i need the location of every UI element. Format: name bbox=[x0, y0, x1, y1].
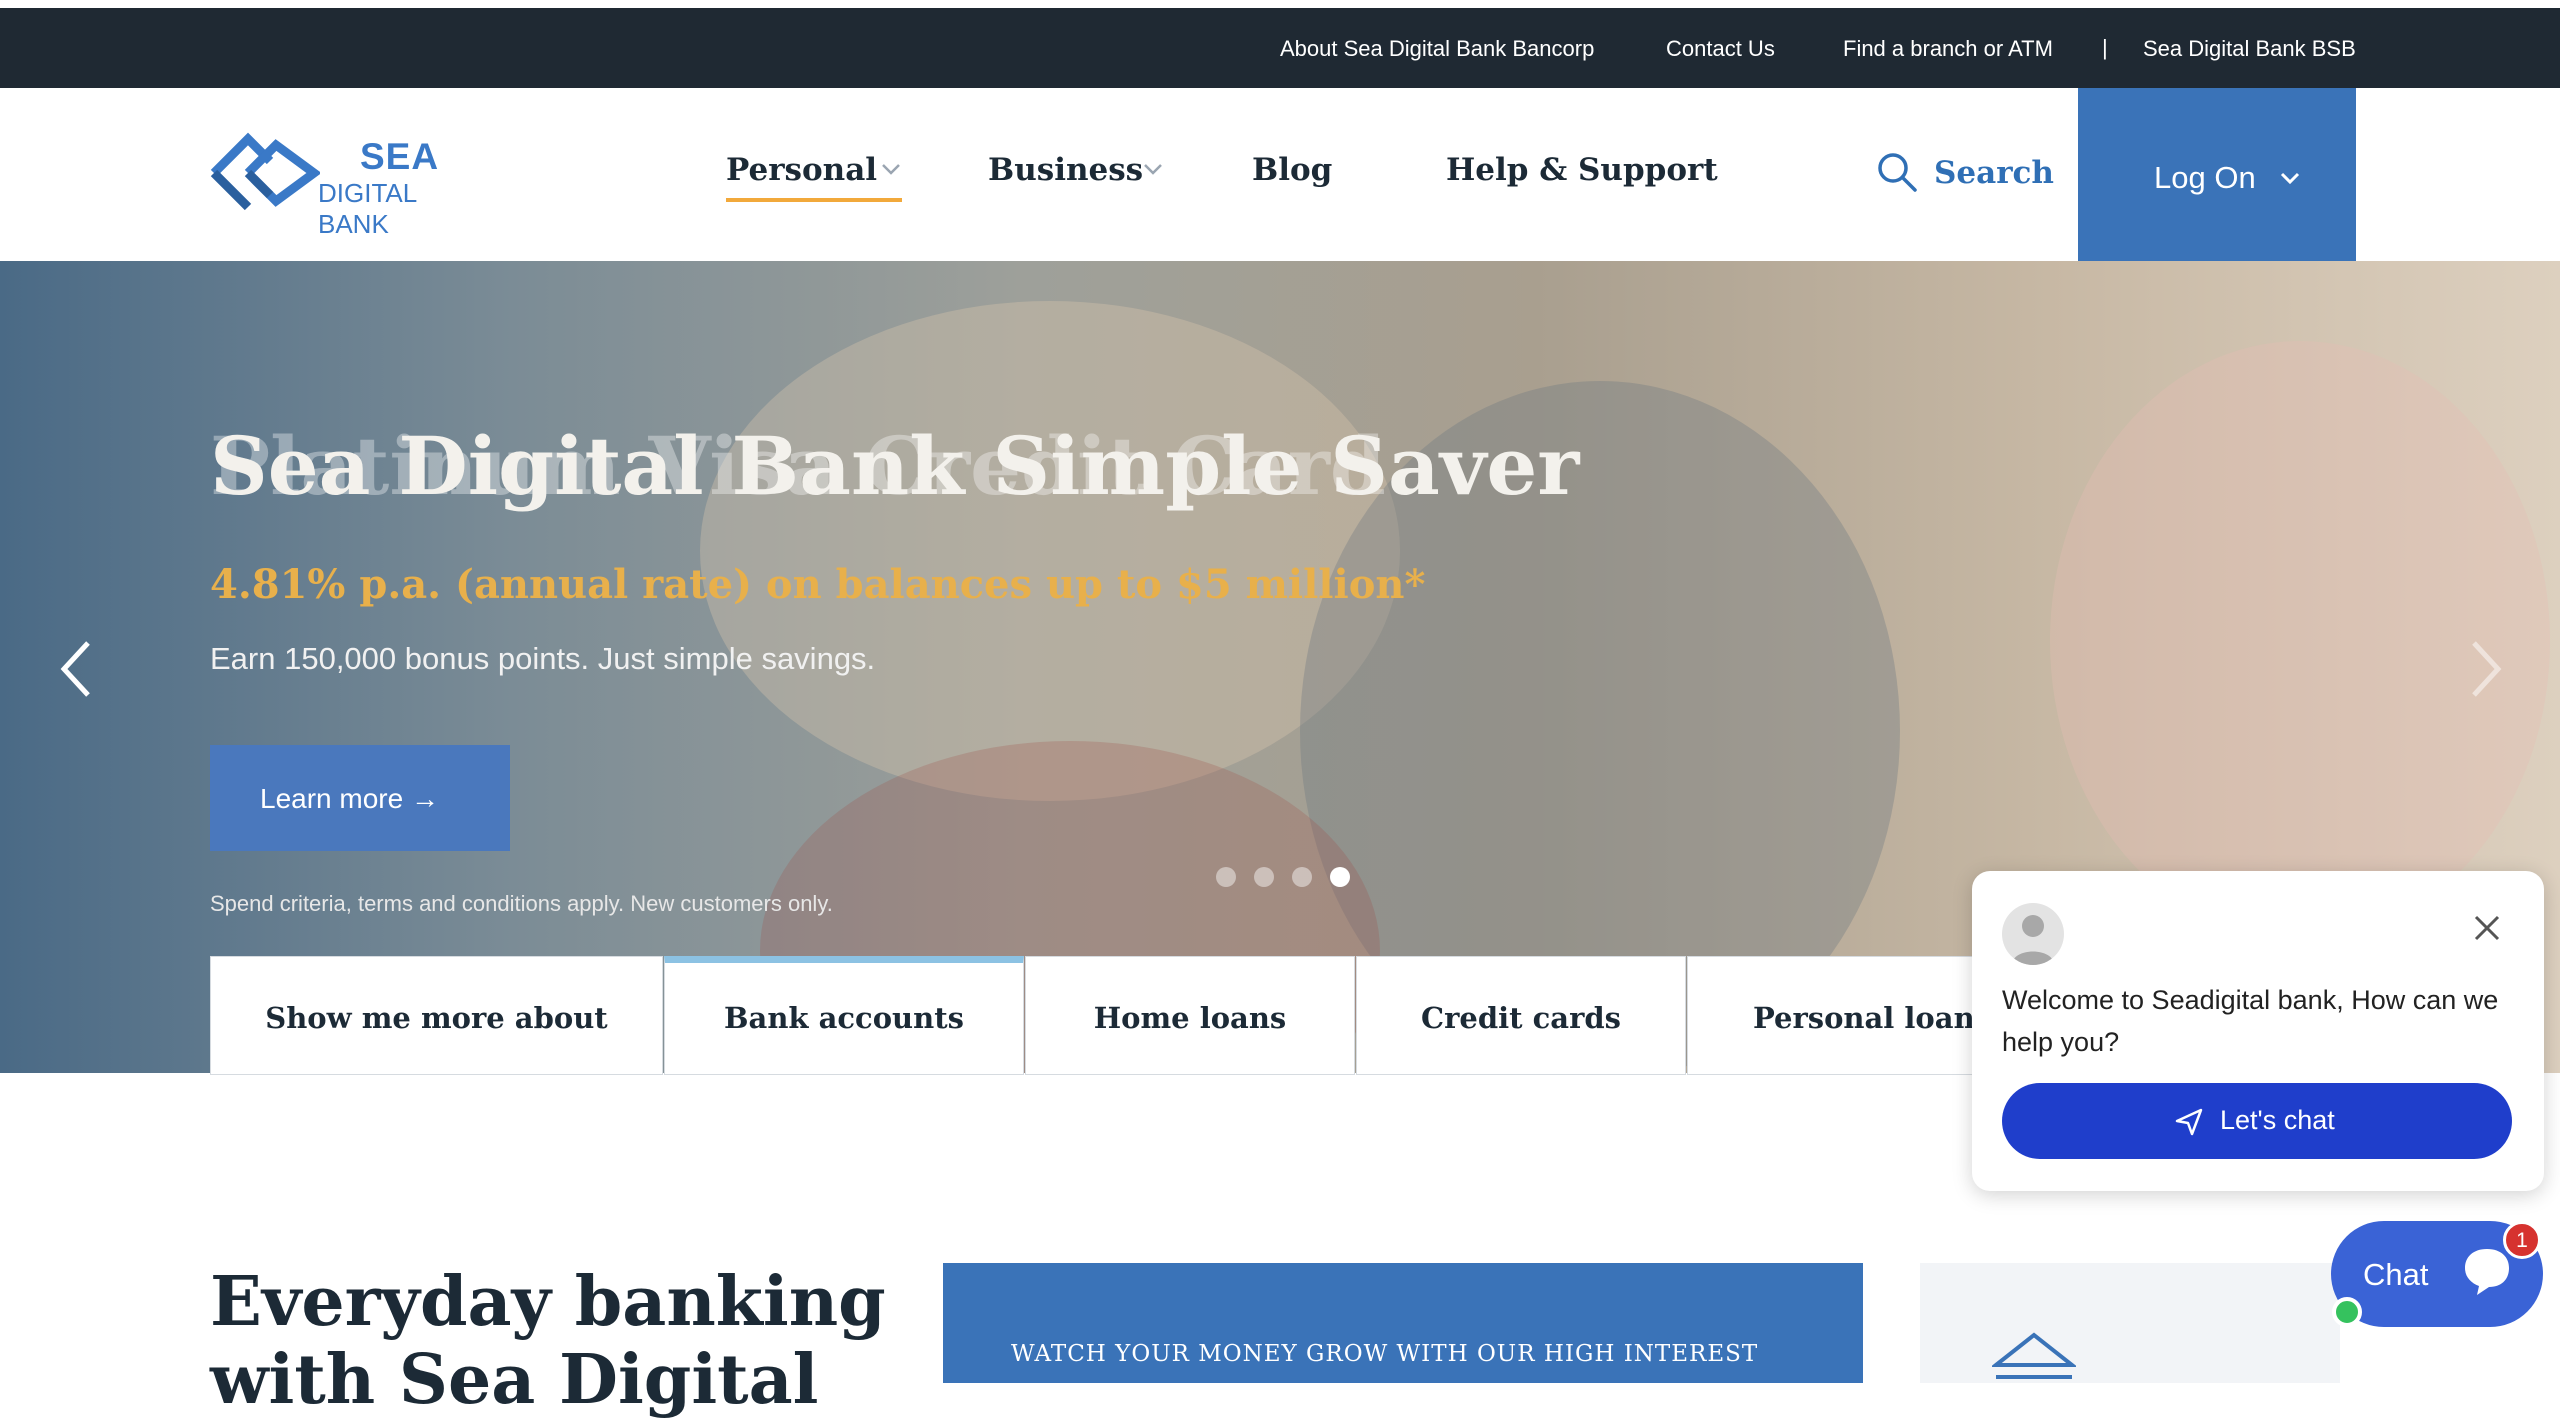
nav-blog[interactable]: Blog bbox=[1252, 152, 1332, 188]
logo-mark-icon bbox=[210, 132, 322, 211]
hero-photo-highlight bbox=[700, 301, 1400, 801]
learn-more-button[interactable]: Learn more → bbox=[210, 745, 510, 851]
lets-chat-label: Let's chat bbox=[2220, 1105, 2335, 1135]
utility-bar: About Sea Digital Bank Bancorp Contact U… bbox=[0, 8, 2560, 88]
lets-chat-button[interactable]: Let's chat bbox=[2002, 1083, 2512, 1159]
promo-text: WATCH YOUR MONEY GROW WITH OUR HIGH INTE… bbox=[1011, 1341, 1759, 1367]
tab-home-loans[interactable]: Home loans bbox=[1025, 956, 1355, 1075]
logo-text-bottom: DIGITAL BANK bbox=[318, 178, 417, 239]
logo-text-top: SEA bbox=[360, 136, 440, 177]
chat-welcome-popup: Welcome to Seadigital bank, How can we h… bbox=[1972, 871, 2544, 1191]
chat-welcome-message: Welcome to Seadigital bank, How can we h… bbox=[2002, 985, 2499, 1057]
nav-personal[interactable]: Personal bbox=[726, 152, 877, 188]
carousel-dot-3[interactable] bbox=[1292, 867, 1312, 887]
agent-avatar bbox=[2002, 903, 2064, 965]
carousel-prev-icon[interactable] bbox=[58, 639, 94, 699]
chevron-down-icon bbox=[1144, 164, 1162, 175]
log-on-label: Log On bbox=[2154, 160, 2256, 195]
tab-label: Credit cards bbox=[1421, 1001, 1621, 1035]
tab-show-me-more: Show me more about bbox=[210, 956, 663, 1075]
contact-us-link[interactable]: Contact Us bbox=[1666, 36, 1775, 62]
tab-bank-accounts[interactable]: Bank accounts bbox=[664, 956, 1024, 1075]
section-heading: Everyday banking bbox=[210, 1262, 886, 1342]
close-icon[interactable] bbox=[2472, 913, 2502, 943]
tab-label: Home loans bbox=[1093, 1001, 1287, 1035]
nav-help-support[interactable]: Help & Support bbox=[1446, 152, 1718, 188]
unread-count: 1 bbox=[2516, 1229, 2528, 1252]
main-header: SEA DIGITAL BANK Personal Business Blog … bbox=[0, 88, 2560, 261]
feature-card[interactable] bbox=[1920, 1263, 2340, 1383]
promo-card[interactable]: WATCH YOUR MONEY GROW WITH OUR HIGH INTE… bbox=[943, 1263, 1863, 1383]
section-heading-line2: with Sea Digital bbox=[210, 1340, 819, 1420]
bsb-link[interactable]: Sea Digital Bank BSB bbox=[2143, 36, 2356, 62]
carousel-dot-2[interactable] bbox=[1254, 867, 1274, 887]
about-link[interactable]: About Sea Digital Bank Bancorp bbox=[1280, 36, 1594, 62]
learn-more-label: Learn more → bbox=[260, 783, 439, 814]
find-branch-link[interactable]: Find a branch or ATM bbox=[1843, 36, 2053, 62]
hero-subtitle: 4.81% p.a. (annual rate) on balances up … bbox=[210, 561, 1426, 608]
carousel-dot-1[interactable] bbox=[1216, 867, 1236, 887]
tab-credit-cards[interactable]: Credit cards bbox=[1356, 956, 1686, 1075]
search-button[interactable]: Search bbox=[1934, 155, 2054, 191]
bank-icon bbox=[1992, 1332, 2076, 1379]
online-status-dot bbox=[2332, 1297, 2362, 1327]
hero-fine-print: Spend criteria, terms and conditions app… bbox=[210, 891, 833, 916]
nav-active-indicator bbox=[726, 198, 902, 202]
tab-label: Show me more about bbox=[265, 1001, 608, 1035]
carousel-dot-4[interactable] bbox=[1330, 867, 1350, 887]
hero-body: Earn 150,000 bonus points. Just simple s… bbox=[210, 641, 876, 676]
chat-launcher-button[interactable]: Chat 1 bbox=[2331, 1221, 2543, 1327]
send-icon bbox=[2175, 1108, 2203, 1136]
hero-title: Sea Digital Bank Simple Saver bbox=[210, 419, 1580, 513]
carousel-next-icon[interactable] bbox=[2468, 639, 2504, 699]
chat-launcher-label: Chat bbox=[2363, 1257, 2429, 1292]
log-on-button[interactable]: Log On bbox=[2078, 88, 2356, 261]
unread-badge: 1 bbox=[2503, 1221, 2541, 1259]
search-icon[interactable] bbox=[1875, 150, 1919, 194]
chevron-down-icon bbox=[882, 164, 900, 175]
brand-logo[interactable]: SEA DIGITAL BANK bbox=[208, 128, 478, 239]
chevron-down-icon bbox=[2280, 172, 2300, 185]
user-icon bbox=[2012, 915, 2054, 965]
nav-business[interactable]: Business bbox=[988, 152, 1143, 188]
tab-label: Bank accounts bbox=[724, 1001, 964, 1035]
topbar-separator: | bbox=[2102, 35, 2108, 60]
